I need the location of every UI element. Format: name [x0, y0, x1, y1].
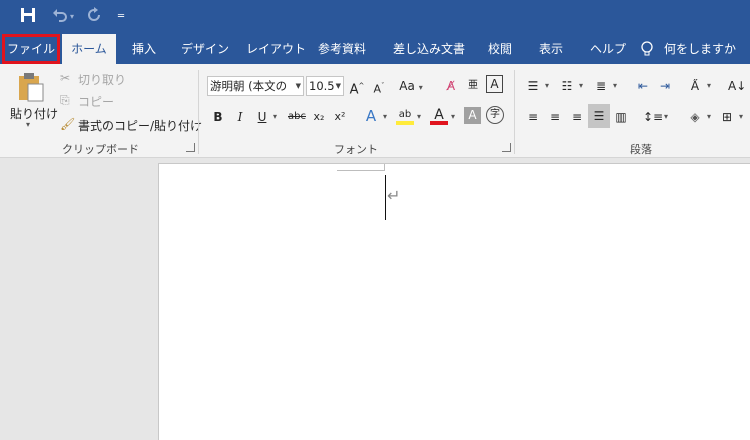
tab-design[interactable]: デザイン [171, 34, 239, 64]
grow-font-button[interactable]: A^ [349, 76, 365, 98]
bold-button[interactable]: B [210, 107, 226, 127]
phonetic-guide-icon[interactable]: 亜 [464, 76, 482, 96]
highlight-color-icon[interactable]: ab [396, 105, 414, 125]
ribbon-home: 貼り付け ▾ ✂ 切り取り ⎘ コピー 🖌 書式のコピー/貼り付け クリップボー… [0, 64, 750, 158]
chevron-down-icon: ▼ [295, 82, 301, 90]
tab-file[interactable]: ファイル [2, 34, 60, 64]
line-spacing-icon[interactable]: ↕≡ [643, 107, 663, 127]
shading-icon[interactable]: ◈ [686, 107, 704, 127]
borders-icon[interactable]: ⊞ [718, 107, 736, 127]
numbering-icon[interactable]: ☷ [558, 76, 576, 96]
document-page[interactable]: ↵ [158, 163, 750, 440]
subscript-button[interactable]: x₂ [311, 107, 327, 127]
borders-dropdown-icon[interactable]: ▾ [739, 112, 743, 121]
line-spacing-dropdown-icon[interactable]: ▾ [664, 112, 668, 121]
multilevel-list-icon[interactable]: ≣ [592, 76, 610, 96]
clipboard-group-label: クリップボード [62, 143, 139, 156]
tab-references[interactable]: 参考資料 [308, 34, 376, 64]
font-name-value: 游明朝 (本文の [210, 79, 288, 93]
font-color-icon[interactable]: A [430, 105, 448, 125]
underline-button[interactable]: U [254, 107, 270, 127]
bullets-icon[interactable]: ☰ [524, 76, 542, 96]
quick-access-toolbar: ▾ ═ [0, 0, 750, 34]
font-size-combo[interactable]: 10.5 ▼ [306, 76, 344, 96]
character-border-icon[interactable]: A [486, 75, 503, 93]
group-divider [198, 70, 199, 154]
strikethrough-button[interactable]: abc [286, 107, 308, 127]
shading-dropdown-icon[interactable]: ▾ [707, 112, 711, 121]
shrink-font-button[interactable]: Aˇ [371, 76, 387, 96]
superscript-button[interactable]: x² [332, 107, 348, 127]
scissors-icon: ✂ [60, 71, 71, 85]
group-divider [514, 70, 515, 154]
undo-icon[interactable] [52, 7, 68, 27]
align-left-icon[interactable]: ≡ [524, 107, 542, 127]
save-icon[interactable] [20, 7, 36, 27]
format-painter-button[interactable]: 書式のコピー/貼り付け [78, 117, 202, 134]
cut-button[interactable]: 切り取り [78, 71, 126, 88]
font-launcher-icon[interactable] [502, 143, 511, 152]
redo-icon[interactable] [86, 7, 102, 27]
align-center-icon[interactable]: ≡ [546, 107, 564, 127]
asian-layout-icon[interactable]: A̋ [686, 76, 704, 96]
font-size-value: 10.5 [309, 79, 335, 93]
customize-qat-icon[interactable]: ═ [118, 7, 124, 27]
character-shading-icon[interactable]: A [464, 107, 481, 124]
lightbulb-icon [640, 34, 654, 64]
change-case-label: Aa [399, 79, 415, 93]
chevron-down-icon: ▼ [335, 82, 341, 90]
paragraph-mark-icon: ↵ [387, 186, 401, 205]
tab-home[interactable]: ホーム [62, 34, 116, 64]
tab-insert[interactable]: 挿入 [122, 34, 166, 64]
margin-corner-marker [337, 164, 385, 171]
italic-button[interactable]: I [232, 107, 248, 127]
format-painter-icon: 🖌 [60, 117, 76, 131]
paragraph-group-label: 段落 [630, 143, 652, 156]
numbering-dropdown-icon[interactable]: ▾ [579, 81, 583, 90]
tab-help[interactable]: ヘルプ [580, 34, 636, 64]
font-color-dropdown-icon[interactable]: ▾ [451, 112, 455, 121]
tab-layout[interactable]: レイアウト [236, 34, 316, 64]
distributed-icon[interactable]: ▥ [612, 107, 630, 127]
bullets-dropdown-icon[interactable]: ▾ [545, 81, 549, 90]
font-group-label: フォント [334, 143, 378, 156]
tab-view[interactable]: 表示 [529, 34, 573, 64]
multilevel-dropdown-icon[interactable]: ▾ [613, 81, 617, 90]
paste-button[interactable]: 貼り付け ▾ [6, 68, 58, 136]
clipboard-icon [18, 72, 44, 105]
highlight-dropdown-icon[interactable]: ▾ [417, 112, 421, 121]
ribbon-tabs: ファイル ホーム 挿入 デザイン レイアウト 参考資料 差し込み文書 校閲 表示… [0, 34, 750, 64]
paste-dropdown-icon[interactable]: ▾ [26, 120, 30, 129]
grow-font-label: A [349, 82, 359, 98]
align-right-icon[interactable]: ≡ [568, 107, 586, 127]
tab-review[interactable]: 校閲 [478, 34, 522, 64]
decrease-indent-icon[interactable]: ⇤ [634, 76, 652, 96]
justify-icon[interactable]: ☰ [588, 104, 610, 128]
undo-dropdown-icon[interactable]: ▾ [70, 7, 74, 27]
text-effects-dropdown-icon[interactable]: ▾ [383, 112, 387, 121]
copy-icon: ⎘ [60, 93, 70, 107]
increase-indent-icon[interactable]: ⇥ [656, 76, 674, 96]
underline-dropdown-icon[interactable]: ▾ [273, 112, 277, 121]
font-name-combo[interactable]: 游明朝 (本文の ▼ [207, 76, 304, 96]
clear-formatting-icon[interactable]: A̸ [442, 76, 460, 96]
sort-icon[interactable]: A↓ [728, 76, 746, 96]
tell-me-search[interactable]: 何をしますか [664, 34, 736, 64]
clipboard-launcher-icon[interactable] [186, 143, 195, 152]
enclose-characters-icon[interactable]: 字 [486, 106, 504, 124]
change-case-button[interactable]: Aa ▾ [396, 76, 426, 96]
text-cursor [385, 175, 386, 220]
asian-layout-dropdown-icon[interactable]: ▾ [707, 81, 711, 90]
text-effects-icon[interactable]: A [362, 106, 380, 126]
copy-button[interactable]: コピー [78, 93, 114, 110]
shrink-font-label: A [373, 82, 382, 96]
tab-mailings[interactable]: 差し込み文書 [383, 34, 475, 64]
paste-label: 貼り付け [10, 107, 59, 121]
